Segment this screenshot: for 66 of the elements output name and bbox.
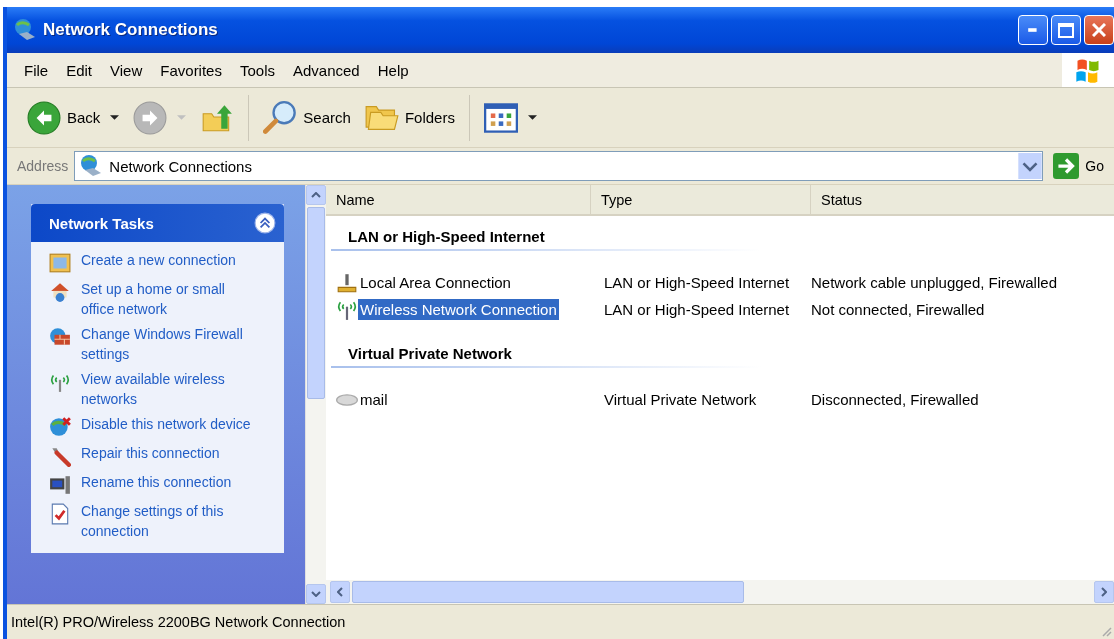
- search-button[interactable]: Search: [259, 98, 355, 137]
- address-field[interactable]: Network Connections: [74, 151, 1044, 181]
- group-header: Virtual Private Network: [347, 344, 513, 364]
- column-header[interactable]: Type: [591, 185, 811, 214]
- house-icon: [49, 281, 71, 303]
- views-icon: [483, 100, 518, 135]
- table-cell-text: Not connected, Firewalled: [811, 301, 986, 318]
- back-button[interactable]: Back: [23, 98, 124, 137]
- connection-name[interactable]: Local Area Connection: [358, 272, 513, 293]
- vpn-icon: [336, 393, 358, 406]
- table-cell-text: LAN or High-Speed Internet: [603, 274, 791, 291]
- table-cell-text: Disconnected, Firewalled: [811, 391, 980, 408]
- horizontal-scrollbar[interactable]: [326, 580, 1114, 604]
- menu-item[interactable]: Edit: [57, 61, 102, 79]
- folders-button[interactable]: Folders: [360, 98, 459, 137]
- scroll-right-button[interactable]: [1094, 581, 1114, 603]
- task-link[interactable]: View available wireless networks: [81, 369, 253, 409]
- wrench-icon: [49, 445, 71, 467]
- column-header[interactable]: Status: [811, 185, 1114, 214]
- task-link[interactable]: Disable this network device: [81, 414, 251, 434]
- menu-item[interactable]: Favorites: [151, 61, 231, 79]
- menu-item[interactable]: Help: [368, 61, 418, 79]
- search-icon: [263, 100, 298, 135]
- scroll-up-button[interactable]: [306, 185, 326, 205]
- task-link[interactable]: Create a new connection: [81, 250, 236, 270]
- network-cable-icon: [336, 271, 358, 294]
- maximize-button[interactable]: [1051, 15, 1081, 45]
- resize-grip-icon[interactable]: [1100, 625, 1112, 637]
- group-header: LAN or High-Speed Internet: [347, 227, 546, 247]
- task-link[interactable]: Change settings of this connection: [81, 501, 253, 541]
- task-link[interactable]: Repair this connection: [81, 443, 220, 463]
- task-panel-header[interactable]: Network Tasks: [31, 204, 284, 242]
- collapse-icon[interactable]: [254, 212, 276, 234]
- menu-item[interactable]: Tools: [230, 61, 284, 79]
- new-connection-icon: [49, 252, 71, 274]
- minimize-icon: [1028, 27, 1038, 33]
- connection-name[interactable]: mail: [358, 389, 390, 410]
- task-link[interactable]: Rename this connection: [81, 472, 232, 492]
- vertical-scrollbar[interactable]: [305, 185, 326, 604]
- menu-item[interactable]: View: [101, 61, 152, 79]
- go-button[interactable]: Go: [1049, 153, 1114, 179]
- close-button[interactable]: [1084, 15, 1114, 45]
- network-globe-icon: [13, 18, 37, 42]
- document-check-icon: [49, 503, 71, 525]
- table-cell-text: Virtual Private Network: [603, 391, 758, 408]
- status-text: Intel(R) PRO/Wireless 2200BG Network Connection: [11, 614, 346, 630]
- menu-item[interactable]: Advanced: [284, 61, 369, 79]
- table-cell-text: Network cable unplugged, Firewalled: [811, 274, 1058, 291]
- task-link[interactable]: Change Windows Firewall settings: [81, 324, 253, 364]
- caret-icon[interactable]: [527, 113, 537, 122]
- table-cell-text: LAN or High-Speed Internet: [603, 301, 791, 318]
- task-link[interactable]: Set up a home or small office network: [81, 279, 253, 319]
- globe-disable-icon: [49, 416, 71, 438]
- minimize-button[interactable]: [1018, 15, 1048, 45]
- scroll-left-button[interactable]: [330, 581, 350, 603]
- window-title: Network Connections: [43, 20, 218, 40]
- maximize-icon: [1058, 22, 1074, 38]
- firewall-icon: [49, 326, 71, 348]
- connection-name[interactable]: Wireless Network Connection: [358, 299, 559, 320]
- computer-icon: [49, 474, 71, 496]
- scroll-down-button[interactable]: [306, 584, 326, 604]
- address-label: Address: [17, 158, 69, 174]
- caret-icon[interactable]: [110, 113, 120, 122]
- column-header[interactable]: Name: [326, 185, 591, 214]
- close-icon: [1092, 23, 1106, 37]
- menu-item[interactable]: File: [15, 61, 58, 79]
